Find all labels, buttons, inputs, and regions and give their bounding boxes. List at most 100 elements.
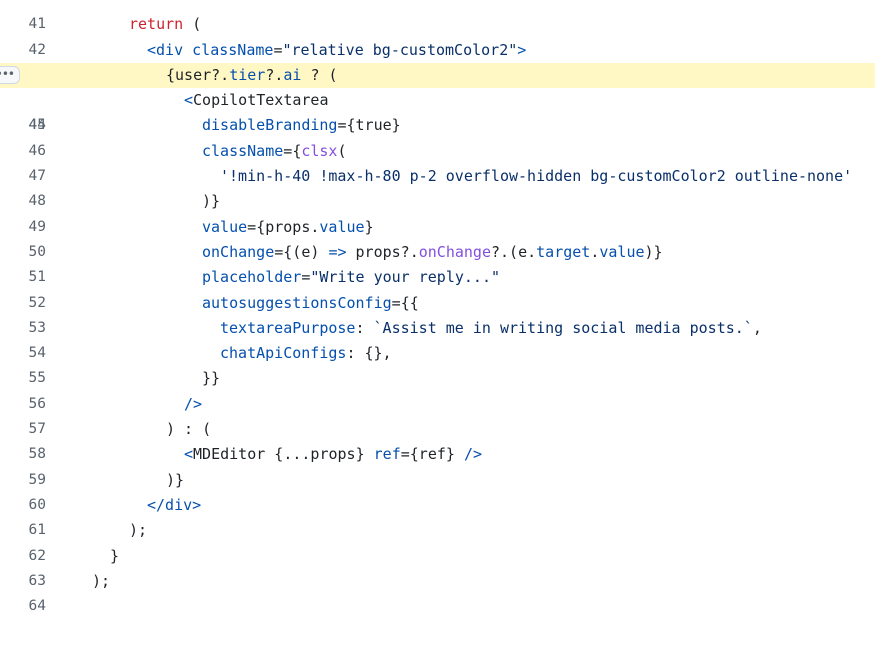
code-line-50: 50 value={props.value} [0,215,875,260]
code-token: "relative bg-customColor2" [282,40,518,59]
code-token: ?. [265,65,284,84]
code-text: disableBranding={true} [92,113,401,138]
code-line-51: 51 onChange={(e) => props?.onChange?.(e.… [0,240,875,285]
code-token: CopilotTextarea [193,91,329,110]
code-text: </div> [92,493,201,518]
code-token: )} [202,192,221,211]
code-line-60: 60 )} [0,468,875,513]
code-token: return [129,15,184,34]
code-token: , [752,318,762,337]
code-token: = [283,141,293,160]
code-line-44-highlighted: ••• 44 {user?.tier?.ai ? ( [0,62,875,133]
code-token: = [247,217,257,236]
code-token: )} [166,470,185,489]
code-token: ( [337,141,347,160]
code-line-47: 47 className={clsx( [0,139,875,184]
code-line-49: 49 )} [0,189,875,234]
code-token: ); [92,571,111,590]
code-text: placeholder="Write your reply..." [92,265,500,290]
code-line-41: 41 [0,0,875,32]
code-token: {...props} [265,445,374,464]
code-token: MDEditor [193,445,266,464]
code-line-61: 61 </div> [0,493,875,538]
code-line-43: 43 <div className="relative bg-customCol… [0,38,875,83]
code-line-58: 58 ) : ( [0,417,875,462]
code-line-55: 55 chatApiConfigs: {}, [0,341,875,386]
code-line-59: 59 <MDEditor {...props} ref={ref} /> [0,442,875,487]
code-token: ref [373,445,401,464]
code-token: ); [129,521,148,540]
code-token: ?.(e. [491,242,537,261]
code-token: </div> [147,495,202,514]
code-text: ); [92,569,110,594]
code-line-48: 48 '!min-h-40 !max-h-80 p-2 overflow-hid… [0,164,875,209]
code-text: ); [92,518,147,543]
code-line-53: 53 autosuggestionsConfig={{ [0,291,875,336]
code-token: ? ( [301,65,338,84]
code-token: }} [202,369,221,388]
code-token: < [184,91,194,110]
code-text: <MDEditor {...props} ref={ref} /> [92,442,482,467]
code-text: }} [92,366,220,391]
code-text: )} [92,189,220,214]
code-text: ) : ( [92,417,211,442]
code-line-56: 56 }} [0,366,875,411]
code-token: { [292,141,302,160]
code-token: )} [644,242,663,261]
code-token: value [319,217,365,236]
code-token: tier [229,65,266,84]
code-line-52: 52 placeholder="Write your reply..." [0,265,875,310]
code-token: className [202,141,284,160]
code-token: `Assist me in writing social media posts… [373,318,753,337]
code-text: value={props.value} [92,215,374,240]
code-token: className [183,40,274,59]
code-text: {user?.tier?.ai ? ( [92,63,338,88]
code-token: onChange [202,242,275,261]
code-token: target [536,242,591,261]
code-token: {true} [346,116,401,135]
code-line-54: 54 textareaPurpose: `Assist me in writin… [0,316,875,361]
code-token: {(e) [283,242,329,261]
code-token: '!min-h-40 !max-h-80 p-2 overflow-hidden… [220,167,853,186]
code-text: return ( [92,12,201,37]
code-token: "Write your reply..." [310,268,501,287]
code-token: value [202,217,248,236]
code-token: {ref} [409,445,455,464]
code-line-45: 45 <CopilotTextarea [0,88,875,133]
code-token: : [355,318,374,337]
code-token: value [599,242,645,261]
code-text: className={clsx( [92,139,347,164]
code-text: <div className="relative bg-customColor2… [92,38,526,63]
code-token: props?. [346,242,419,261]
code-token: = [391,293,401,312]
code-text: )} [92,468,184,493]
code-token: ai [283,65,302,84]
code-line-64: 64 ); [0,569,875,614]
code-text: textareaPurpose: `Assist me in writing s… [92,316,762,341]
kebab-horizontal-icon[interactable]: ••• [0,65,20,84]
code-line-63: 63 } [0,544,875,589]
code-token: onChange [418,242,491,261]
code-text: } [92,544,119,569]
code-text: /> [92,392,202,417]
code-token: clsx [301,141,338,160]
code-text: autosuggestionsConfig={{ [92,291,419,316]
code-text: <CopilotTextarea [92,88,329,113]
code-token: <div [147,40,184,59]
code-view: 41 42 return ( 43 <div className="relati… [0,0,875,614]
code-token: {props. [256,217,320,236]
code-token: ( [183,15,202,34]
code-token: ) : ( [166,420,212,439]
code-token: } [364,217,374,236]
code-token: chatApiConfigs [220,344,347,363]
code-token: textareaPurpose [220,318,356,337]
code-token: } [110,546,120,565]
code-token: = [337,116,347,135]
code-token: = [274,242,284,261]
code-token: {{ [400,293,419,312]
code-token: autosuggestionsConfig [202,293,392,312]
code-token: > [517,40,527,59]
code-text: onChange={(e) => props?.onChange?.(e.tar… [92,240,663,265]
code-token: disableBranding [202,116,338,135]
code-line-42: 42 return ( [0,12,875,57]
